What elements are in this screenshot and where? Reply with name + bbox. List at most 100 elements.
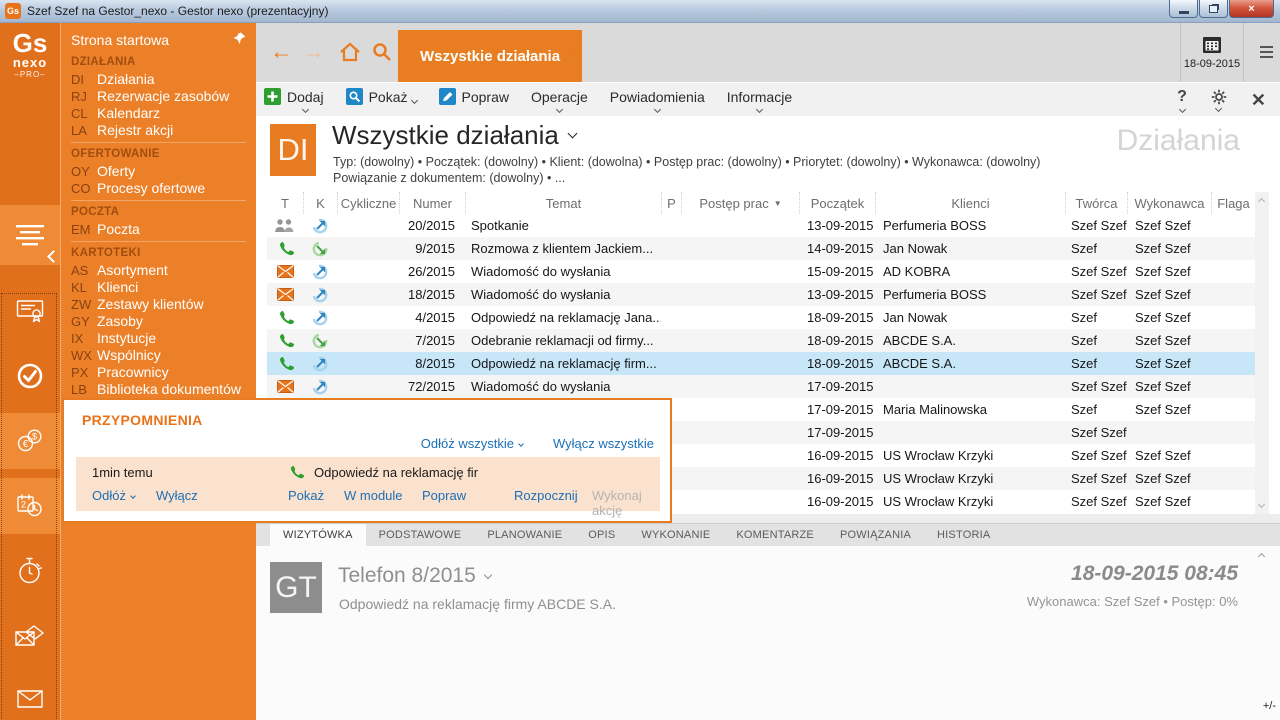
view-title[interactable]: Wszystkie działania xyxy=(332,120,576,151)
settings-button[interactable] xyxy=(1211,89,1227,111)
detail-tab-historia[interactable]: HISTORIA xyxy=(924,524,1003,546)
detail-title[interactable]: Telefon 8/2015 xyxy=(338,564,491,588)
sidebar-item-co[interactable]: COProcesy ofertowe xyxy=(71,180,256,197)
column-header-numer[interactable]: Numer xyxy=(399,192,465,214)
column-header-początek[interactable]: Początek xyxy=(799,192,875,214)
sidebar-item-la[interactable]: LARejestr akcji xyxy=(71,122,256,139)
date-widget[interactable]: 18-09-2015 xyxy=(1180,23,1244,82)
detail-tab-komentarze[interactable]: KOMENTARZE xyxy=(723,524,827,546)
sidebar-item-oy[interactable]: OYOferty xyxy=(71,163,256,180)
scroll-down-icon[interactable] xyxy=(1258,501,1265,508)
restore-button[interactable] xyxy=(1199,0,1228,18)
zoom-plus-minus[interactable]: +/- xyxy=(1263,700,1276,712)
link-out-icon xyxy=(312,287,328,303)
help-button[interactable]: ? xyxy=(1177,88,1187,112)
new-tab-button[interactable]: + xyxy=(562,36,577,67)
table-scrollbar[interactable] xyxy=(1255,192,1269,514)
disable-link[interactable]: Wyłącz xyxy=(156,488,198,503)
temat-cell: Odebranie reklamacji od firmy... xyxy=(465,329,661,352)
defer-all-link[interactable]: Odłóż wszystkie xyxy=(421,436,523,451)
chevron-down-icon xyxy=(1215,105,1222,112)
start-link[interactable]: Rozpocznij xyxy=(514,488,578,503)
rail-button-mail[interactable] xyxy=(0,671,60,720)
scroll-up-icon[interactable] xyxy=(1258,198,1265,205)
in-module-link[interactable]: W module xyxy=(344,488,403,503)
disable-all-link[interactable]: Wyłącz wszystkie xyxy=(553,436,654,451)
sidebar-item-zw[interactable]: ZWZestawy klientów xyxy=(71,296,256,313)
column-header-temat[interactable]: Temat xyxy=(465,192,661,214)
detail-panel: GT Telefon 8/2015 Odpowiedź na reklamacj… xyxy=(256,546,1280,720)
table-row[interactable]: 9/2015 Rozmowa z klientem Jackiem... 99 … xyxy=(267,237,1255,260)
sidebar-item-em[interactable]: EMPoczta xyxy=(71,221,256,238)
column-header-wykonawca[interactable]: Wykonawca xyxy=(1127,192,1211,214)
wykonawca-cell: Szef Szef xyxy=(1127,306,1211,329)
detail-badge: GT xyxy=(270,562,322,613)
scroll-up-icon[interactable] xyxy=(1258,553,1265,560)
wykonawca-cell: Szef Szef xyxy=(1127,237,1211,260)
detail-tab-planowanie[interactable]: PLANOWANIE xyxy=(474,524,575,546)
sidebar-item-gy[interactable]: GYZasoby xyxy=(71,313,256,330)
search-button[interactable] xyxy=(370,40,394,69)
defer-link[interactable]: Odłóż xyxy=(92,488,135,503)
table-row[interactable]: 8/2015 Odpowiedź na reklamację firm... 0… xyxy=(267,352,1255,375)
detail-tab-opis[interactable]: OPIS xyxy=(575,524,628,546)
close-view-button[interactable]: ✕ xyxy=(1251,90,1266,111)
table-row[interactable]: 20/2015 Spotkanie 100 % 13-09-2015 1... … xyxy=(267,214,1255,237)
toolbar-operacje[interactable]: Operacje xyxy=(531,88,588,112)
sidebar-item-cl[interactable]: CLKalendarz xyxy=(71,105,256,122)
table-row[interactable]: 4/2015 Odpowiedź na reklamację Jana... 0… xyxy=(267,306,1255,329)
numer-cell: 9/2015 xyxy=(399,237,465,260)
detail-tab-powiązania[interactable]: POWIĄZANIA xyxy=(827,524,924,546)
show-link[interactable]: Pokaż xyxy=(288,488,324,503)
table-row[interactable]: 18/2015 Wiadomość do wysłania 50 % 13-09… xyxy=(267,283,1255,306)
rail-button-currency[interactable]: $€ xyxy=(0,413,60,469)
run-action-link[interactable]: Wykonaj akcję xyxy=(592,488,660,518)
rail-button-stopwatch[interactable] xyxy=(0,543,60,599)
sidebar-item-as[interactable]: ASAsortyment xyxy=(71,262,256,279)
column-header-klienci[interactable]: Klienci xyxy=(875,192,1065,214)
column-header-p[interactable]: P xyxy=(661,192,681,214)
rail-button-certificate[interactable] xyxy=(0,283,60,339)
sidebar-item-strona-startowa[interactable]: Strona startowa xyxy=(71,30,256,50)
toolbar-popraw[interactable]: Popraw xyxy=(439,88,509,112)
sidebar-item-px[interactable]: PXPracownicy xyxy=(71,364,256,381)
wykonawca-cell: Szef Szef xyxy=(1127,398,1211,421)
detail-subtitle: Odpowiedź na reklamację firmy ABCDE S.A. xyxy=(339,596,616,612)
column-header-cykliczne[interactable]: Cykliczne xyxy=(337,192,399,214)
rail-button-calendar-clock[interactable]: 2 xyxy=(0,478,60,534)
toolbar-powiadomienia[interactable]: Powiadomienia xyxy=(610,88,705,112)
sidebar-item-kl[interactable]: KLKlienci xyxy=(71,279,256,296)
close-window-button[interactable]: × xyxy=(1229,0,1274,18)
rail-button-mail-forward[interactable] xyxy=(0,608,60,664)
detail-tab-podstawowe[interactable]: PODSTAWOWE xyxy=(366,524,475,546)
column-header-flaga[interactable]: Flaga xyxy=(1211,192,1255,214)
column-header-postępprac[interactable]: Postęp prac▼ xyxy=(681,192,799,214)
table-row[interactable]: 7/2015 Odebranie reklamacji od firmy... … xyxy=(267,329,1255,352)
window-menu-button[interactable] xyxy=(1260,46,1273,58)
table-header-row[interactable]: TKCykliczneNumerTematPPostęp prac▼Począt… xyxy=(267,192,1255,214)
forward-button[interactable]: → xyxy=(302,36,325,66)
home-button[interactable] xyxy=(338,40,362,69)
back-button[interactable]: ← xyxy=(270,36,293,66)
sidebar-item-wx[interactable]: WXWspólnicy xyxy=(71,347,256,364)
filter-summary[interactable]: Typ: (dowolny) • Początek: (dowolny) • K… xyxy=(333,154,1093,186)
toolbar-dodaj[interactable]: Dodaj xyxy=(264,88,324,112)
toolbar-poka[interactable]: Pokaż xyxy=(346,88,417,112)
sidebar-item-lb[interactable]: LBBiblioteka dokumentów xyxy=(71,381,256,398)
toolbar-informacje[interactable]: Informacje xyxy=(727,88,792,112)
tab-wszystkie-dzialania[interactable]: Wszystkie działania xyxy=(398,30,582,82)
sidebar-item-ix[interactable]: IXInstytucje xyxy=(71,330,256,347)
sidebar-item-di[interactable]: DIDziałania xyxy=(71,71,256,88)
detail-tab-wizytówka[interactable]: WIZYTÓWKA xyxy=(270,524,366,546)
sidebar-item-rj[interactable]: RJRezerwacje zasobów xyxy=(71,88,256,105)
rail-button-check-circle[interactable] xyxy=(0,348,60,404)
column-header-twórca[interactable]: Twórca xyxy=(1065,192,1127,214)
column-header-t[interactable]: T xyxy=(267,192,303,214)
pin-icon[interactable] xyxy=(233,32,246,45)
edit-link[interactable]: Popraw xyxy=(422,488,466,503)
table-row[interactable]: 72/2015 Wiadomość do wysłania 0 % 17-09-… xyxy=(267,375,1255,398)
column-header-k[interactable]: K xyxy=(303,192,337,214)
minimize-button[interactable] xyxy=(1169,0,1198,18)
table-row[interactable]: 26/2015 Wiadomość do wysłania 80 % 15-09… xyxy=(267,260,1255,283)
detail-tab-wykonanie[interactable]: WYKONANIE xyxy=(628,524,723,546)
